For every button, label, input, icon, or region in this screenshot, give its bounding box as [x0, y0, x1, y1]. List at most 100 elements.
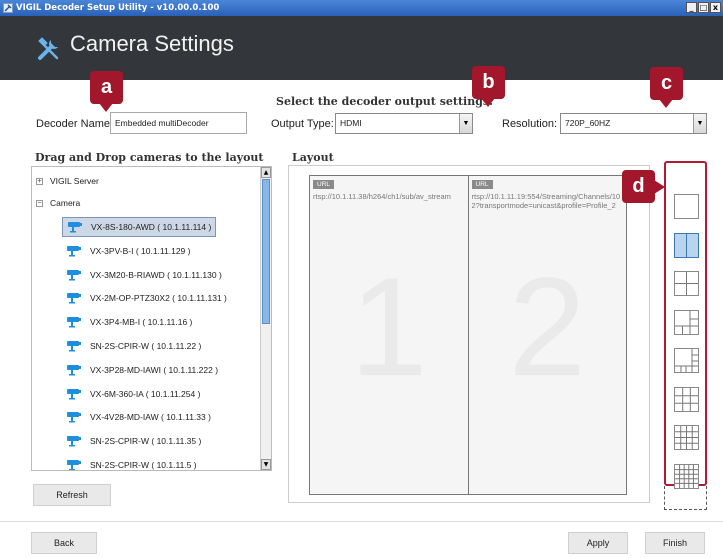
layout-grid-icon — [675, 310, 698, 334]
layout-options — [664, 161, 707, 489]
camera-label: SN-2S-CPIR-W ( 10.1.11.5 ) — [90, 460, 197, 470]
resolution-select[interactable]: 720P_60HZ ▼ — [560, 113, 707, 134]
apply-button[interactable]: Apply — [568, 532, 628, 554]
camera-list-item[interactable]: VX-3PV-B-I ( 10.1.11.129 ) — [62, 241, 194, 261]
camera-icon — [67, 436, 81, 447]
window-titlebar: VIGIL Decoder Setup Utility - v10.00.0.1… — [0, 0, 723, 16]
chevron-down-icon[interactable]: ▼ — [459, 114, 472, 133]
decoder-name-input[interactable]: Embedded multiDecoder — [110, 112, 247, 134]
layout-panel-title: Layout — [292, 151, 334, 164]
camera-label: VX-3PV-B-I ( 10.1.11.129 ) — [90, 245, 191, 256]
layout-panel: URL rtsp://10.1.11.38/h264/ch1/sub/av_st… — [288, 165, 650, 503]
layout-option-4x4[interactable] — [674, 425, 699, 450]
minimize-button[interactable]: _ — [686, 2, 697, 13]
layout-option-5x5[interactable] — [674, 463, 699, 489]
scroll-up-icon[interactable]: ▲ — [261, 167, 271, 178]
collapse-icon[interactable]: − — [36, 199, 43, 207]
layout-option-1x2[interactable] — [674, 232, 699, 258]
url-badge: URL — [313, 180, 335, 189]
camera-list-item[interactable]: VX-3M20-B-RIAWD ( 10.1.11.130 ) — [62, 265, 226, 285]
layout-grid-icon — [686, 233, 687, 257]
footer-divider — [0, 521, 723, 522]
camera-label: VX-3M20-B-RIAWD ( 10.1.11.130 ) — [90, 269, 222, 280]
camera-icon — [67, 412, 81, 423]
camera-icon — [67, 317, 81, 328]
camera-icon — [68, 222, 82, 233]
output-type-select[interactable]: HDMI ▼ — [335, 113, 473, 134]
page-title: Camera Settings — [70, 31, 234, 56]
camera-list-item[interactable]: SN-2S-CPIR-W ( 10.1.11.22 ) — [62, 336, 205, 356]
camera-list-item[interactable]: SN-2S-CPIR-W ( 10.1.11.5 ) — [62, 455, 201, 470]
layout-grid-icon — [675, 272, 698, 295]
close-button[interactable]: x — [710, 2, 721, 13]
callout-b: b — [472, 66, 505, 107]
camera-list-item[interactable]: VX-3P28-MD-IAWI ( 10.1.11.222 ) — [62, 360, 222, 380]
camera-list-item[interactable]: VX-4V28-MD-IAW ( 10.1.11.33 ) — [62, 407, 215, 427]
layout-option-1+5[interactable] — [674, 309, 699, 335]
layout-grid-icon — [675, 349, 698, 372]
camera-list-item[interactable]: VX-3P4-MB-I ( 10.1.11.16 ) — [62, 312, 196, 332]
tree-node-label: VIGIL Server — [50, 176, 99, 186]
camera-list-item[interactable]: VX-2M-OP-PTZ30X2 ( 10.1.11.131 ) — [62, 288, 231, 308]
tree-scrollbar[interactable]: ▲ ▼ — [260, 167, 271, 470]
camera-tree[interactable]: + VIGIL Server − Camera VX-8S-180-AWD ( … — [31, 166, 272, 471]
camera-label: VX-8S-180-AWD ( 10.1.11.114 ) — [91, 222, 212, 232]
scrollbar-thumb[interactable] — [262, 179, 270, 324]
camera-icon — [67, 293, 81, 304]
layout-grid-icon — [675, 195, 698, 218]
callout-d: d — [622, 170, 665, 203]
camera-icon — [67, 341, 81, 352]
camera-label: VX-2M-OP-PTZ30X2 ( 10.1.11.131 ) — [90, 293, 227, 304]
scroll-down-icon[interactable]: ▼ — [261, 459, 271, 470]
layout-option-3x3[interactable] — [674, 386, 699, 412]
tools-icon — [36, 36, 62, 65]
cell-number: 1 — [349, 248, 428, 405]
resolution-label: Resolution: — [502, 118, 558, 130]
layout-options-scroll-area — [664, 486, 707, 510]
window-controls: _ □ x — [686, 2, 721, 13]
resolution-value: 720P_60HZ — [565, 118, 611, 128]
back-button[interactable]: Back — [31, 532, 97, 554]
cell-stream-url: rtsp://10.1.11.38/h264/ch1/sub/av_stream — [313, 192, 451, 201]
camera-label: VX-3P4-MB-I ( 10.1.11.16 ) — [90, 317, 193, 328]
camera-icon — [67, 460, 81, 470]
tree-node-vigil-server[interactable]: + VIGIL Server — [36, 176, 99, 186]
cell-stream-url: rtsp://10.1.11.19:554/Streaming/Channels… — [471, 192, 621, 210]
layout-grid-icon — [675, 426, 698, 449]
expand-icon[interactable]: + — [36, 177, 43, 185]
output-type-label: Output Type: — [271, 118, 334, 130]
camera-list-item[interactable]: SN-2S-CPIR-W ( 10.1.11.35 ) — [62, 431, 205, 451]
camera-label: SN-2S-CPIR-W ( 10.1.11.22 ) — [90, 341, 202, 351]
tree-node-camera[interactable]: − Camera — [36, 198, 80, 208]
camera-icon — [67, 245, 81, 257]
camera-icon — [67, 388, 81, 400]
cameras-panel-title: Drag and Drop cameras to the layout — [35, 151, 264, 164]
layout-option-1x1[interactable] — [674, 194, 699, 219]
finish-button[interactable]: Finish — [645, 532, 705, 554]
decoder-settings-heading: Select the decoder output settings. — [276, 95, 493, 108]
camera-label: VX-6M-360-IA ( 10.1.11.254 ) — [90, 388, 201, 399]
decoder-name-label: Decoder Name: — [36, 118, 114, 130]
camera-label: SN-2S-CPIR-W ( 10.1.11.35 ) — [90, 436, 202, 447]
layout-grid-icon — [675, 464, 698, 488]
camera-list-item[interactable]: VX-8S-180-AWD ( 10.1.11.114 ) — [62, 217, 217, 237]
layout-cell-2[interactable]: URL rtsp://10.1.11.19:554/Streaming/Chan… — [468, 176, 626, 494]
cell-number: 2 — [508, 248, 587, 405]
layout-grid-icon — [675, 387, 698, 411]
chevron-down-icon[interactable]: ▼ — [693, 114, 706, 133]
layout-option-2x2[interactable] — [674, 271, 699, 296]
app-icon — [3, 3, 13, 13]
url-badge: URL — [471, 180, 493, 189]
camera-list-item[interactable]: VX-6M-360-IA ( 10.1.11.254 ) — [62, 384, 204, 404]
maximize-button[interactable]: □ — [698, 2, 709, 13]
camera-icon — [67, 364, 81, 376]
layout-cell-1[interactable]: URL rtsp://10.1.11.38/h264/ch1/sub/av_st… — [310, 176, 469, 494]
refresh-button[interactable]: Refresh — [33, 484, 111, 506]
layout-option-1+7[interactable] — [674, 348, 699, 373]
camera-label: VX-4V28-MD-IAW ( 10.1.11.33 ) — [90, 412, 211, 423]
callout-a: a — [90, 71, 123, 112]
tree-node-label: Camera — [50, 198, 81, 208]
window-title: VIGIL Decoder Setup Utility - v10.00.0.1… — [16, 3, 220, 13]
callout-c: c — [650, 67, 683, 108]
camera-icon — [67, 269, 81, 281]
